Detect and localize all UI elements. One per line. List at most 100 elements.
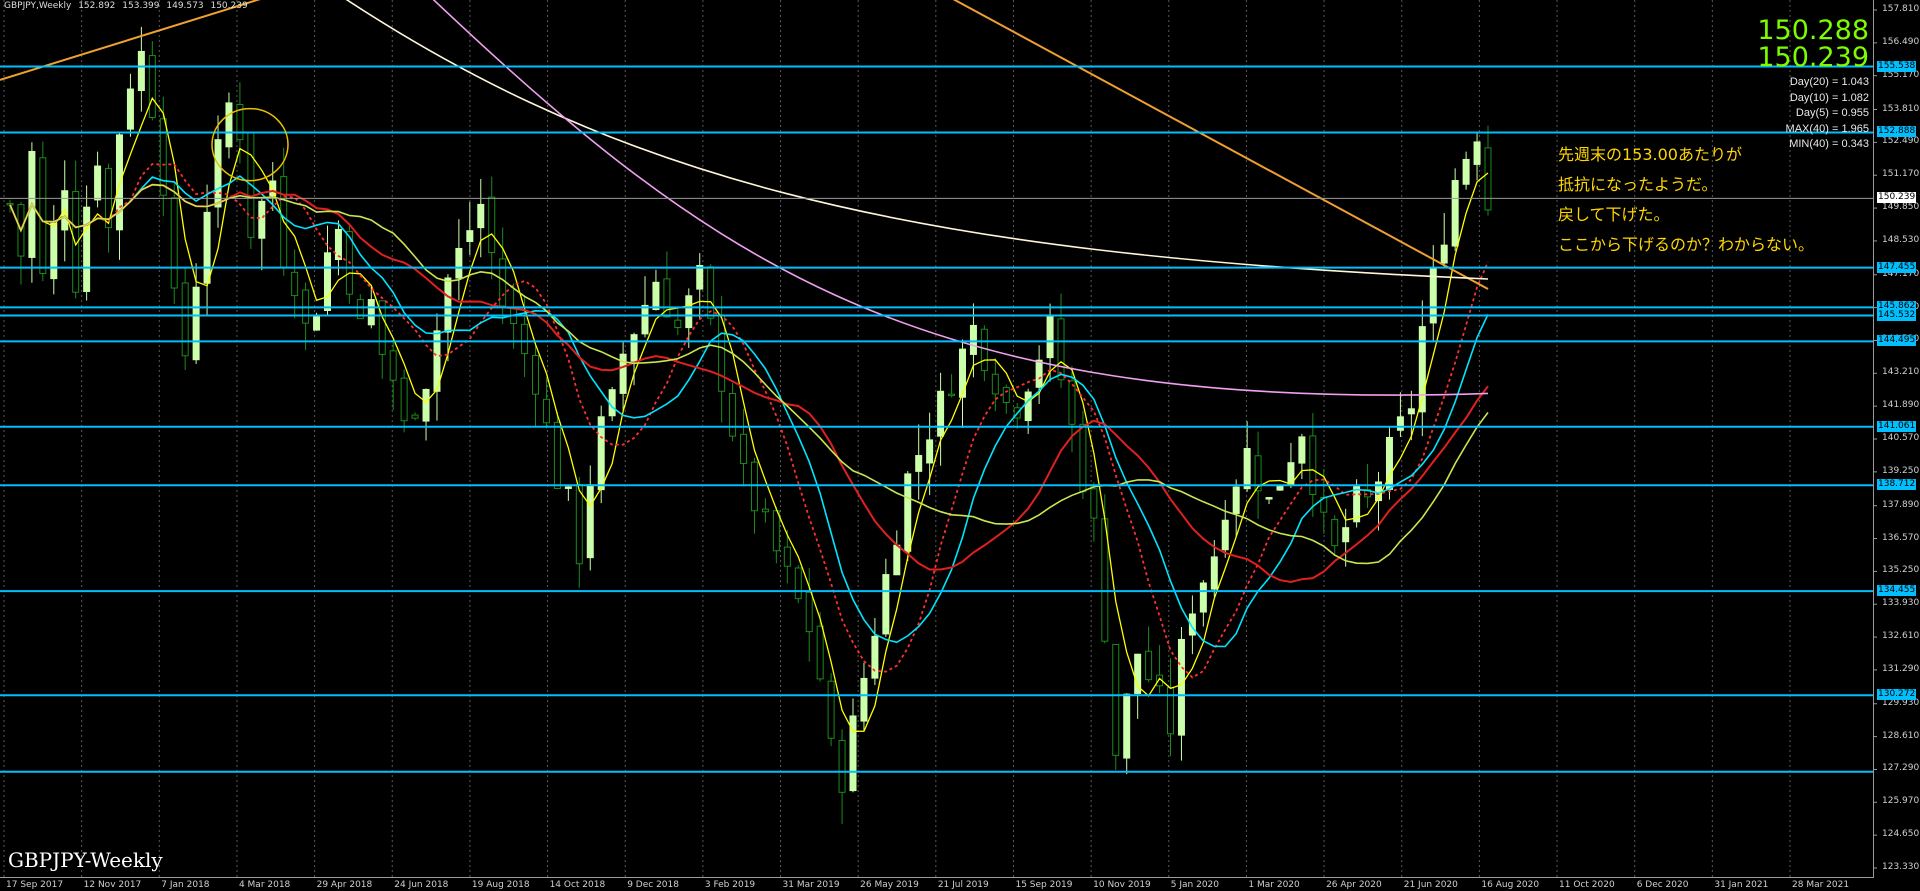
candle-body (838, 739, 846, 793)
candle-body (444, 277, 452, 333)
candle-body (685, 295, 693, 329)
candle-body (652, 281, 660, 311)
x-tick-label: 11 Oct 2020 (1559, 880, 1615, 890)
candle-body (258, 200, 266, 239)
candle-body (1177, 638, 1185, 736)
candle-body (1473, 141, 1481, 165)
x-tick-label: 28 Mar 2021 (1792, 880, 1850, 890)
candle-body (126, 88, 134, 130)
candle-body (148, 55, 156, 118)
candle-body (805, 591, 813, 633)
candle-body (761, 508, 769, 513)
candle-body (1046, 314, 1054, 359)
x-tick-label: 21 Jul 2019 (937, 880, 989, 890)
note-line: ここから下げるのか？わからない。 (1558, 235, 1815, 254)
candle-body (181, 282, 189, 357)
y-tick-label: 124.650 (1882, 829, 1920, 840)
candle-body (334, 228, 342, 261)
candle-body (816, 625, 824, 680)
candle-body (1353, 486, 1361, 523)
candle-body (586, 484, 594, 559)
candle-body (772, 510, 780, 552)
x-tick-label: 1 Mar 2020 (1248, 880, 1300, 890)
candle-body (411, 414, 419, 419)
candle-body (225, 102, 233, 148)
candle-body (641, 304, 649, 335)
x-tick-label: 17 Sep 2017 (6, 880, 64, 890)
y-tick-label: 132.610 (1882, 631, 1920, 642)
candle-body (1090, 488, 1098, 519)
candle-body (882, 574, 890, 635)
candle-body (729, 392, 737, 437)
candle-body (1342, 527, 1350, 543)
candle-body (1462, 158, 1470, 185)
candle-body (323, 252, 331, 311)
candle-body (1035, 359, 1043, 388)
price-level-tag: 134.455 (1877, 585, 1916, 597)
x-tick-label: 31 Mar 2019 (782, 880, 840, 890)
price-level-tag: 141.061 (1877, 420, 1916, 432)
stat-line: Day(10) = 1.082 (1789, 91, 1869, 104)
candle-body (214, 139, 222, 208)
y-tick-label: 139.250 (1882, 465, 1920, 476)
candle-body (137, 50, 145, 91)
candle-body (1298, 436, 1306, 464)
candle-body (991, 373, 999, 395)
ma-cyan-line (9, 175, 1489, 648)
candle-body (455, 247, 463, 279)
ask-price: 150.239 (1757, 42, 1869, 73)
candle-body (1407, 408, 1415, 415)
ohlc-low: 149.573 (166, 1, 204, 11)
y-tick-label: 125.970 (1882, 796, 1920, 807)
candle-body (1440, 244, 1448, 264)
chart-canvas[interactable] (0, 0, 1920, 891)
candle-body (740, 433, 748, 464)
candle-body (783, 546, 791, 567)
stat-line: Day(5) = 0.955 (1795, 107, 1869, 119)
candle-body (170, 197, 178, 289)
bid-price: 150.288 (1757, 15, 1869, 46)
candle-body (937, 390, 945, 437)
ma-lime-line (9, 183, 1489, 565)
y-tick-label: 148.530 (1882, 234, 1920, 245)
ma-red-line (9, 183, 1489, 584)
x-tick-label: 26 Apr 2020 (1326, 880, 1382, 890)
candle-body (1002, 386, 1010, 403)
current-price-tag: 150.239 (1877, 192, 1916, 204)
y-tick-label: 127.290 (1882, 763, 1920, 774)
candle-body (1112, 643, 1120, 756)
candle-body (83, 206, 91, 292)
x-tick-label: 9 Dec 2018 (627, 880, 679, 890)
y-tick-label: 137.890 (1882, 499, 1920, 510)
y-tick-label: 149.850 (1882, 202, 1920, 213)
ohlc-close: 150.239 (210, 1, 248, 11)
candle-body (1068, 380, 1076, 425)
note-line: 先週末の153.00あたりが (1558, 145, 1742, 164)
candle-body (871, 635, 879, 679)
y-tick-label: 141.890 (1882, 400, 1920, 411)
candle-body (488, 196, 496, 254)
candle-body (1221, 519, 1229, 551)
price-level-tag: 138.712 (1877, 479, 1916, 491)
candle-body (542, 398, 550, 424)
candle-body (969, 324, 977, 355)
candle-body (1079, 423, 1087, 493)
x-tick-label: 26 May 2019 (860, 880, 919, 890)
candle-body (1331, 518, 1339, 547)
ohlc-open: 152.892 (78, 1, 116, 11)
candle-body (915, 455, 923, 472)
candle-body (1232, 486, 1240, 515)
x-tick-label: 12 Nov 2017 (83, 880, 142, 890)
y-tick-label: 131.290 (1882, 663, 1920, 674)
y-tick-label: 135.250 (1882, 565, 1920, 576)
candle-body (553, 421, 561, 490)
x-tick-label: 16 Aug 2020 (1481, 880, 1540, 890)
candle-body (948, 393, 956, 397)
price-level-tag: 147.455 (1877, 261, 1916, 273)
annotation-note: 先週末の153.00あたりが 抵抗になったようだ。 戻して下げた。 ここから下げ… (1558, 140, 1814, 260)
candle-body (575, 484, 583, 565)
chart-watermark: GBPJPY-Weekly (8, 848, 163, 872)
symbol-name: GBPJPY,Weekly (4, 1, 72, 11)
candle-body (94, 165, 102, 201)
stat-line: Day(20) = 1.043 (1789, 76, 1869, 88)
